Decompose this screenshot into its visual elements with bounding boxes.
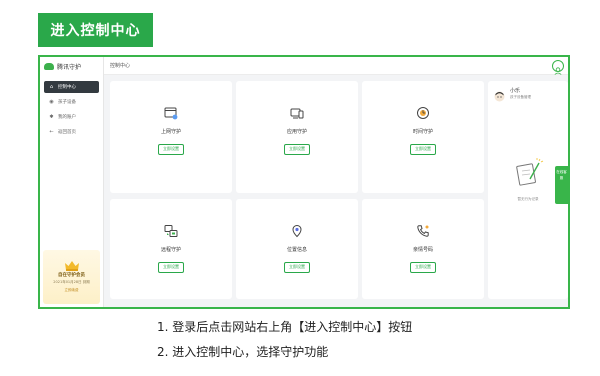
empty-records-icon bbox=[512, 157, 544, 189]
sidebar-item-label: 控制中心 bbox=[58, 85, 76, 90]
card-title: 应用守护 bbox=[286, 129, 307, 135]
online-service-label: 在线客服 bbox=[556, 170, 567, 180]
card-setup-button[interactable]: 立即设置 bbox=[284, 261, 310, 273]
child-name: 小乐 bbox=[510, 88, 521, 94]
sidebar-item-label: 返回首页 bbox=[58, 130, 76, 135]
home-icon: ⌂ bbox=[49, 83, 54, 90]
card-setup-button[interactable]: 立即设置 bbox=[158, 261, 184, 273]
card-title: 上网守护 bbox=[160, 129, 181, 135]
child-device-subtitle[interactable]: 孩子设备管理 bbox=[510, 95, 531, 100]
feature-card-apps: 应用守护 立即设置 bbox=[236, 81, 358, 193]
feature-card-remote: 远程守护 立即设置 bbox=[110, 199, 232, 299]
feature-card-time: 时间守护 立即设置 bbox=[362, 81, 484, 193]
feature-card-family-number: 亲情号码 立即设置 bbox=[362, 199, 484, 299]
avatar[interactable] bbox=[494, 87, 505, 102]
card-title: 位置信息 bbox=[286, 247, 307, 253]
user-icon[interactable] bbox=[552, 60, 564, 75]
sidebar-item-back-home[interactable]: ← 返回首页 bbox=[44, 126, 99, 138]
banner-title: 进入控制中心 bbox=[50, 23, 141, 39]
vip-expiry-date: 2021年01月28日 到期 bbox=[53, 280, 90, 284]
app-devices-icon bbox=[290, 105, 304, 119]
crown-icon bbox=[64, 256, 80, 271]
card-setup-button[interactable]: 立即设置 bbox=[284, 143, 310, 155]
device-icon: ◉ bbox=[49, 98, 54, 105]
phone-icon bbox=[416, 223, 430, 237]
sidebar-item-label: 孩子设备 bbox=[58, 100, 76, 105]
feature-card-internet: 上网守护 立即设置 bbox=[110, 81, 232, 193]
card-setup-button[interactable]: 立即设置 bbox=[410, 143, 436, 155]
card-setup-button[interactable]: 立即设置 bbox=[158, 143, 184, 155]
logo-text: 腾讯守护 bbox=[57, 63, 82, 71]
instruction-step-1: 1. 登录后点击网站右上角【进入控制中心】按钮 bbox=[157, 320, 413, 334]
instruction-step-2: 2. 进入控制中心，选择守护功能 bbox=[157, 345, 329, 359]
card-title: 亲情号码 bbox=[412, 247, 433, 253]
sidebar: 腾讯守护 ⌂ 控制中心 ◉ 孩子设备 ✱ 我的账户 ← 返回首页 自在守护会员 … bbox=[40, 57, 104, 307]
top-bar: 控制中心 bbox=[104, 57, 568, 75]
browser-shield-icon bbox=[164, 105, 178, 120]
sidebar-item-child-devices[interactable]: ◉ 孩子设备 bbox=[44, 96, 99, 108]
location-pin-icon bbox=[290, 223, 304, 238]
card-title: 时间守护 bbox=[412, 129, 433, 135]
card-title: 远程守护 bbox=[160, 247, 181, 253]
remote-screen-icon bbox=[164, 223, 178, 237]
app-logo[interactable]: 腾讯守护 bbox=[40, 57, 103, 75]
feature-card-location: 位置信息 立即设置 bbox=[236, 199, 358, 299]
breadcrumb: 控制中心 bbox=[110, 63, 131, 69]
sidebar-nav: ⌂ 控制中心 ◉ 孩子设备 ✱ 我的账户 ← 返回首页 bbox=[40, 81, 103, 138]
sidebar-item-my-account[interactable]: ✱ 我的账户 bbox=[44, 111, 99, 123]
clock-icon bbox=[416, 105, 430, 119]
card-setup-button[interactable]: 立即设置 bbox=[410, 261, 436, 273]
logo-icon bbox=[44, 62, 54, 70]
vip-membership-card: 自在守护会员 2021年01月28日 到期 立即续费 bbox=[43, 250, 100, 304]
sidebar-item-label: 我的账户 bbox=[58, 115, 76, 120]
app-screenshot-frame: 腾讯守护 ⌂ 控制中心 ◉ 孩子设备 ✱ 我的账户 ← 返回首页 自在守护会员 … bbox=[38, 55, 570, 309]
back-arrow-icon: ← bbox=[49, 128, 54, 135]
sidebar-item-control-center[interactable]: ⌂ 控制中心 bbox=[44, 81, 99, 93]
online-service-tab[interactable]: 在线客服 bbox=[555, 166, 568, 204]
vip-title: 自在守护会员 bbox=[58, 273, 85, 278]
vip-renew-button[interactable]: 立即续费 bbox=[43, 288, 100, 293]
section-title-banner: 进入控制中心 bbox=[38, 13, 153, 47]
account-icon: ✱ bbox=[49, 113, 54, 120]
